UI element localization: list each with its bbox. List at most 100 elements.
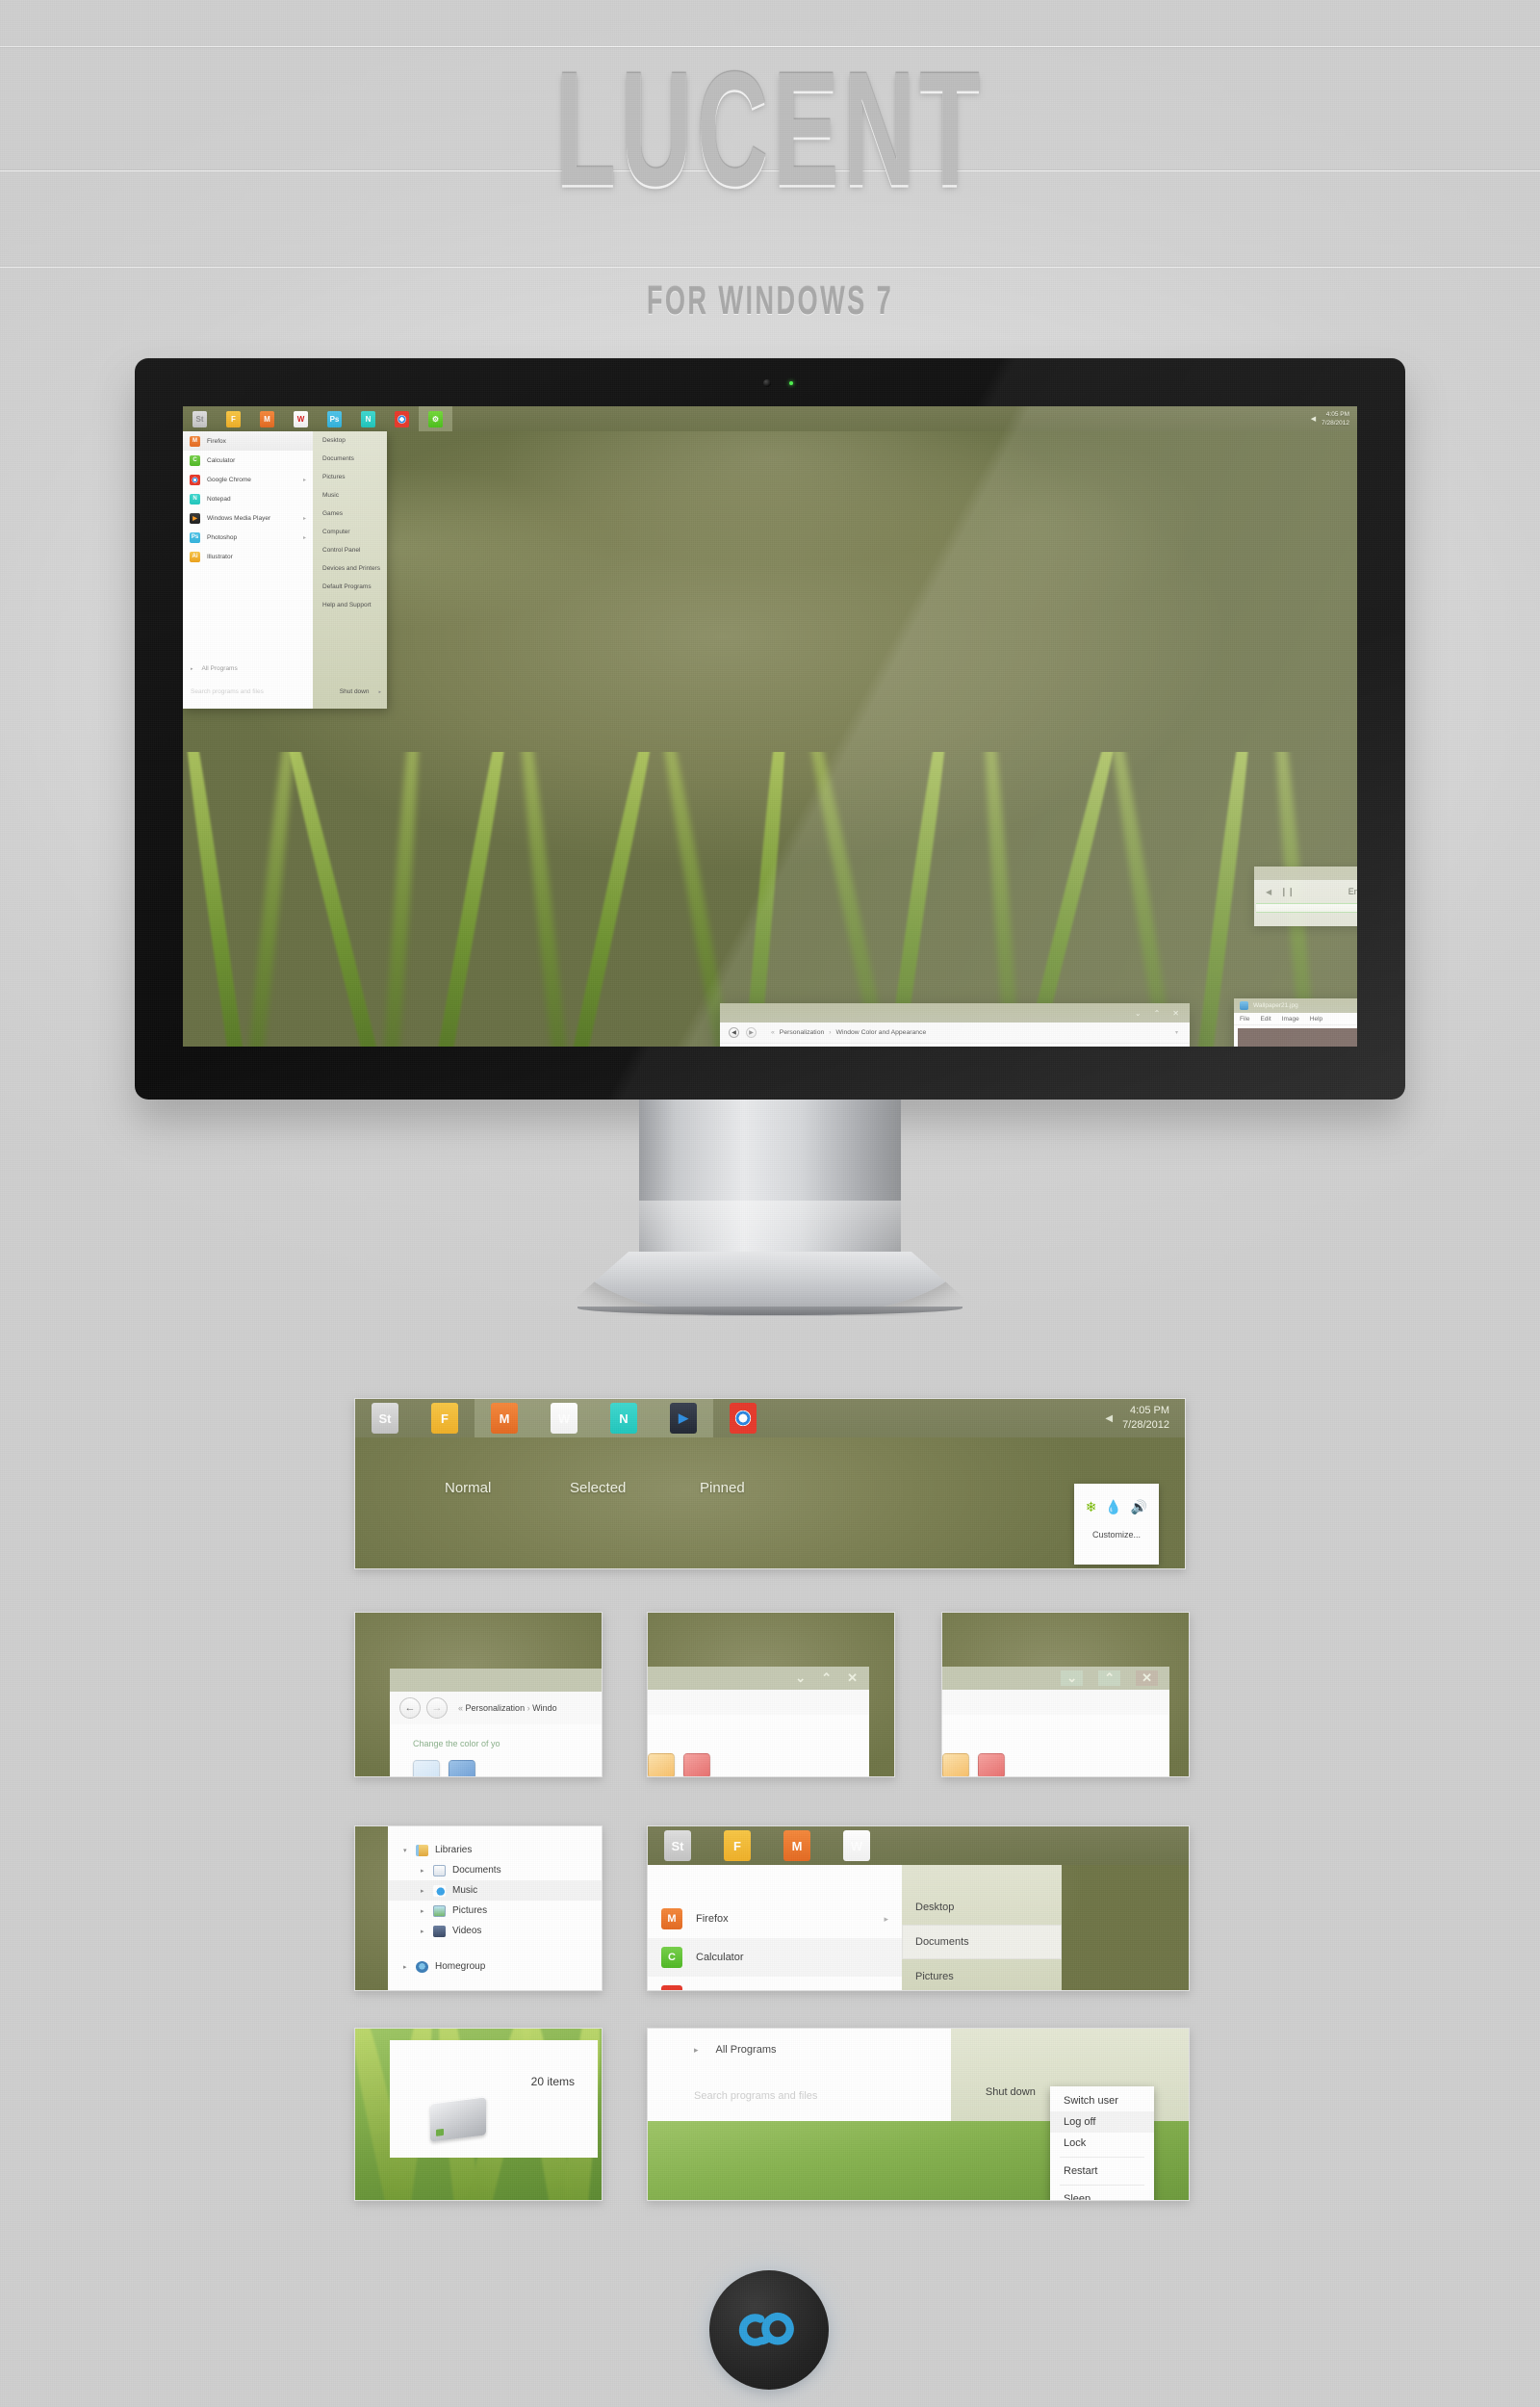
showcase-taskbar-item-mozilla[interactable]: M xyxy=(767,1826,827,1865)
volume-icon[interactable]: 🔊 xyxy=(1131,1499,1147,1515)
showcase-taskbar-item-start[interactable]: St xyxy=(355,1399,415,1437)
showcase-taskbar-item-media[interactable]: ▶ xyxy=(654,1399,713,1437)
personalization-window[interactable]: ⌄ ⌃ ✕ ◀ ▶ « Personalization › Window Col… xyxy=(720,1003,1190,1047)
place-games[interactable]: Games xyxy=(313,505,387,523)
pause-icon[interactable]: ❙❙ xyxy=(1280,887,1295,897)
tree-item-pictures[interactable]: ▸ Pictures xyxy=(388,1901,602,1921)
tray-customize-link[interactable]: Customize... xyxy=(1074,1530,1159,1540)
swatch-orange[interactable] xyxy=(942,1753,969,1776)
menu-help[interactable]: Help xyxy=(1310,1016,1322,1022)
swatch-red[interactable] xyxy=(683,1753,710,1776)
close-icon[interactable]: ✕ xyxy=(847,1670,858,1686)
taskbar-item-settings[interactable]: ⚙ xyxy=(419,406,452,431)
breadcrumb-item-2[interactable]: Windo xyxy=(532,1703,557,1713)
swatch-red[interactable] xyxy=(978,1753,1005,1776)
start-search-input[interactable]: Search programs and files xyxy=(183,688,313,695)
menu-item-lock[interactable]: Lock xyxy=(1050,2133,1154,2154)
menu-item-restart[interactable]: Restart xyxy=(1050,2161,1154,2182)
tree-item-libraries[interactable]: ▾ Libraries xyxy=(388,1840,602,1860)
showcase-taskbar-clock[interactable]: 4:05 PM 7/28/2012 xyxy=(1122,1404,1185,1433)
place-documents[interactable]: Documents xyxy=(313,450,387,468)
place-pictures[interactable]: Pictures xyxy=(902,1959,1062,1990)
shutdown-flyout-menu[interactable]: Switch user Log off Lock Restart Sleep xyxy=(1050,2086,1154,2200)
breadcrumb-item-2[interactable]: Window Color and Appearance xyxy=(836,1029,927,1036)
taskbar-item-firefox[interactable]: F xyxy=(217,406,250,431)
tray-expand-icon[interactable]: ◀ xyxy=(1105,1413,1113,1424)
cm-logo[interactable] xyxy=(709,2270,829,2390)
start-item-calculator[interactable]: C Calculator xyxy=(648,1938,902,1977)
showcase-taskbar-item-word[interactable]: W xyxy=(827,1826,886,1865)
water-drop-icon[interactable]: 💧 xyxy=(1105,1499,1121,1515)
start-item-wmp[interactable]: ▶ Windows Media Player ▸ xyxy=(183,508,313,528)
place-help-support[interactable]: Help and Support xyxy=(313,596,387,614)
maximize-icon[interactable]: ⌃ xyxy=(1154,1009,1161,1018)
place-control-panel[interactable]: Control Panel xyxy=(313,541,387,559)
showcase-taskbar-item-mozilla[interactable]: M xyxy=(475,1399,534,1437)
nvidia-icon[interactable]: ❄ xyxy=(1086,1499,1097,1515)
tree-item-documents[interactable]: ▸ Documents xyxy=(388,1860,602,1880)
start-item-firefox[interactable]: M Firefox ▸ xyxy=(648,1900,902,1938)
showcase-taskbar-item-firefox[interactable]: F xyxy=(707,1826,767,1865)
showcase-taskbar-item-word[interactable]: W xyxy=(534,1399,594,1437)
shutdown-button[interactable]: Shut down ▸ xyxy=(340,688,381,695)
system-tray-flyout[interactable]: ❄ 💧 🔊 Customize... xyxy=(1074,1484,1159,1565)
all-programs-button[interactable]: ▸ All Programs xyxy=(183,665,313,672)
start-item-illustrator[interactable]: Ai Illustrator xyxy=(183,547,313,566)
taskbar-item-word[interactable]: W xyxy=(284,406,318,431)
breadcrumb-item-1[interactable]: Personalization xyxy=(466,1703,526,1713)
place-desktop[interactable]: Desktop xyxy=(902,1890,1062,1925)
showcase-taskbar[interactable]: St F M W N ▶ ◀ 4:05 PM 7/28/2012 xyxy=(355,1399,1185,1437)
menu-item-switch-user[interactable]: Switch user xyxy=(1050,2090,1154,2111)
tree-item-videos[interactable]: ▸ Videos xyxy=(388,1921,602,1941)
showcase-start-menu[interactable]: M Firefox ▸ C Calculator Google Chrome ▸ Des… xyxy=(648,1865,1062,1990)
start-item-chrome[interactable]: Google Chrome ▸ xyxy=(183,470,313,489)
place-documents[interactable]: Documents xyxy=(902,1925,1062,1959)
place-music[interactable]: Music xyxy=(313,486,387,505)
place-computer[interactable]: Computer xyxy=(313,523,387,541)
seek-slider[interactable] xyxy=(1256,903,1357,913)
showcase-taskbar-item-notepad[interactable]: N xyxy=(594,1399,654,1437)
showcase-taskbar-item-firefox[interactable]: F xyxy=(415,1399,475,1437)
tree-item-homegroup[interactable]: ▸ Homegroup xyxy=(388,1956,602,1977)
taskbar-item-photoshop[interactable]: Ps xyxy=(318,406,351,431)
forward-button[interactable]: ▶ xyxy=(746,1027,757,1038)
menu-item-sleep[interactable]: Sleep xyxy=(1050,2188,1154,2200)
start-menu[interactable]: M Firefox C Calculator Google Chrome ▸ N Not… xyxy=(183,431,387,709)
menu-image[interactable]: Image xyxy=(1282,1016,1299,1022)
menu-item-log-off[interactable]: Log off xyxy=(1050,2111,1154,2133)
close-icon[interactable]: ✕ xyxy=(1172,1009,1179,1018)
taskbar-clock[interactable]: 4:05 PM 7/28/2012 xyxy=(1322,410,1357,427)
maximize-icon[interactable]: ⌃ xyxy=(821,1670,832,1686)
minimize-icon[interactable]: ⌄ xyxy=(1135,1009,1142,1018)
swatch-sky[interactable] xyxy=(413,1760,440,1776)
taskbar-item-mozilla[interactable]: M xyxy=(250,406,284,431)
taskbar-item-start[interactable]: St xyxy=(183,406,217,431)
place-pictures[interactable]: Pictures xyxy=(313,468,387,486)
tray-expand-icon[interactable]: ◀ xyxy=(1311,415,1316,423)
taskbar-item-notepad[interactable]: N xyxy=(351,406,385,431)
back-button[interactable]: ← xyxy=(399,1697,421,1719)
start-item-photoshop[interactable]: Ps Photoshop ▸ xyxy=(183,528,313,547)
start-search-input[interactable]: Search programs and files xyxy=(694,2090,817,2102)
all-programs-button[interactable]: ▸ All Programs xyxy=(694,2044,777,2056)
start-item-chrome[interactable]: Google Chrome ▸ xyxy=(648,1977,902,1990)
place-desktop[interactable]: Desktop xyxy=(313,431,387,450)
forward-button[interactable]: → xyxy=(426,1697,448,1719)
swatch-blue[interactable] xyxy=(449,1760,475,1776)
minimize-icon[interactable]: ⌄ xyxy=(795,1670,806,1686)
showcase-taskbar-item-start[interactable]: St xyxy=(648,1826,707,1865)
breadcrumb-item-1[interactable]: Personalization xyxy=(780,1029,824,1036)
place-default-programs[interactable]: Default Programs xyxy=(313,578,387,596)
maximize-icon[interactable]: ⌃ xyxy=(1098,1670,1121,1686)
back-button[interactable]: ◀ xyxy=(729,1027,739,1038)
minimize-icon[interactable]: ⌄ xyxy=(1061,1670,1084,1686)
volume-slider[interactable] xyxy=(1254,913,1357,920)
menu-file[interactable]: File xyxy=(1240,1016,1249,1022)
close-icon[interactable]: ✕ xyxy=(1136,1670,1158,1686)
start-item-notepad[interactable]: N Notepad xyxy=(183,489,313,508)
media-player-window[interactable]: ⌄ ⌃ ✕ ◀ ❙❙ Eminem - Not Afraid (4:08) ▶ xyxy=(1254,867,1357,926)
taskbar-item-chrome[interactable] xyxy=(385,406,419,431)
chevron-down-icon[interactable]: ▾ xyxy=(1175,1029,1178,1036)
previous-icon[interactable]: ◀ xyxy=(1266,888,1271,896)
showcase-taskbar-item-chrome[interactable] xyxy=(713,1399,773,1437)
